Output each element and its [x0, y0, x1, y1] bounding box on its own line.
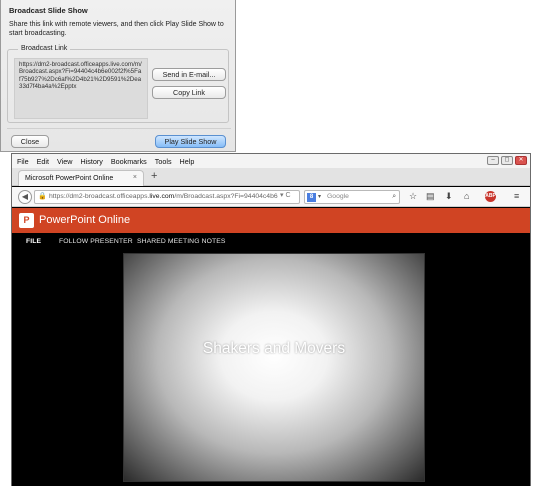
navigation-toolbar: ◀ 🔒 https://dm2-broadcast.officeapps.liv… — [12, 187, 530, 207]
powerpoint-logo-icon: P — [19, 213, 34, 228]
search-engine-icon[interactable]: 8 — [307, 193, 316, 202]
clipboard-icon[interactable]: ▤ — [426, 191, 435, 202]
tab-bar: Microsoft PowerPoint Online × + — [12, 168, 530, 186]
adblock-icon[interactable]: ABP — [485, 191, 496, 202]
menu-edit[interactable]: Edit — [37, 157, 49, 166]
copy-link-button[interactable]: Copy Link — [152, 86, 226, 99]
nav-file[interactable]: FILE — [26, 238, 41, 245]
tab-close-icon[interactable]: × — [133, 174, 137, 181]
nav-follow-presenter[interactable]: FOLLOW PRESENTER — [59, 238, 133, 245]
address-bar[interactable]: 🔒 https://dm2-broadcast.officeapps.live.… — [34, 190, 300, 204]
tab-powerpoint-online[interactable]: Microsoft PowerPoint Online × — [18, 170, 144, 186]
star-icon[interactable]: ☆ — [409, 191, 417, 202]
slide-title: Shakers and Movers — [202, 340, 346, 357]
url-prefix: https://dm2-broadcast.officeapps. — [49, 193, 150, 200]
nav-shared-meeting-notes[interactable]: SHARED MEETING NOTES — [137, 238, 225, 245]
menu-history[interactable]: History — [80, 157, 102, 166]
menu-file[interactable]: File — [17, 157, 29, 166]
slide-stage: Shakers and Movers — [12, 251, 530, 486]
window-controls: – ◻ ✕ — [487, 156, 527, 165]
dialog-title: Broadcast Slide Show — [9, 6, 88, 15]
presentation-nav: FILE FOLLOW PRESENTER SHARED MEETING NOT… — [12, 233, 530, 251]
url-host: live.com — [149, 193, 175, 200]
dialog-divider — [7, 128, 231, 129]
minimize-icon[interactable]: – — [487, 156, 499, 165]
menu-help[interactable]: Help — [180, 157, 195, 166]
dialog-description: Share this link with remote viewers, and… — [9, 21, 224, 37]
broadcast-link-label: Broadcast Link — [18, 45, 71, 52]
browser-window: File Edit View History Bookmarks Tools H… — [11, 153, 531, 486]
menu-bar: File Edit View History Bookmarks Tools H… — [12, 154, 530, 168]
download-icon[interactable]: ⬇ — [445, 191, 453, 202]
chevron-down-icon[interactable]: ▾ — [318, 191, 321, 203]
menu-icon[interactable]: ≡ — [514, 191, 519, 202]
menu-tools[interactable]: Tools — [155, 157, 172, 166]
new-tab-icon[interactable]: + — [151, 170, 157, 182]
back-arrow-icon[interactable]: ◀ — [18, 190, 32, 204]
search-input[interactable]: 8 ▾ Google ⌕ — [304, 190, 400, 204]
maximize-icon[interactable]: ◻ — [501, 156, 513, 165]
search-placeholder: Google — [327, 193, 349, 200]
play-slide-show-button[interactable]: Play Slide Show — [155, 135, 226, 148]
menu-bookmarks[interactable]: Bookmarks — [111, 157, 147, 166]
broadcast-dialog: Broadcast Slide Show Share this link wit… — [0, 0, 236, 152]
slide: Shakers and Movers — [124, 254, 424, 481]
powerpoint-header: P PowerPoint Online — [12, 208, 530, 233]
tab-title: Microsoft PowerPoint Online — [25, 175, 114, 182]
app-title: PowerPoint Online — [39, 214, 131, 226]
close-button[interactable]: Close — [11, 135, 49, 148]
send-in-email-button[interactable]: Send in E-mail... — [152, 68, 226, 81]
lock-icon: 🔒 — [38, 193, 47, 200]
menu-view[interactable]: View — [57, 157, 72, 166]
home-icon[interactable]: ⌂ — [464, 191, 469, 202]
broadcast-link-field[interactable]: https://dm2-broadcast.officeapps.live.co… — [14, 58, 148, 119]
reload-icon[interactable]: ▾ C — [280, 191, 291, 199]
search-icon[interactable]: ⌕ — [392, 191, 396, 203]
url-suffix: /m/Broadcast.aspx?Fi=94404c4b6 — [174, 193, 278, 200]
window-close-icon[interactable]: ✕ — [515, 156, 527, 165]
